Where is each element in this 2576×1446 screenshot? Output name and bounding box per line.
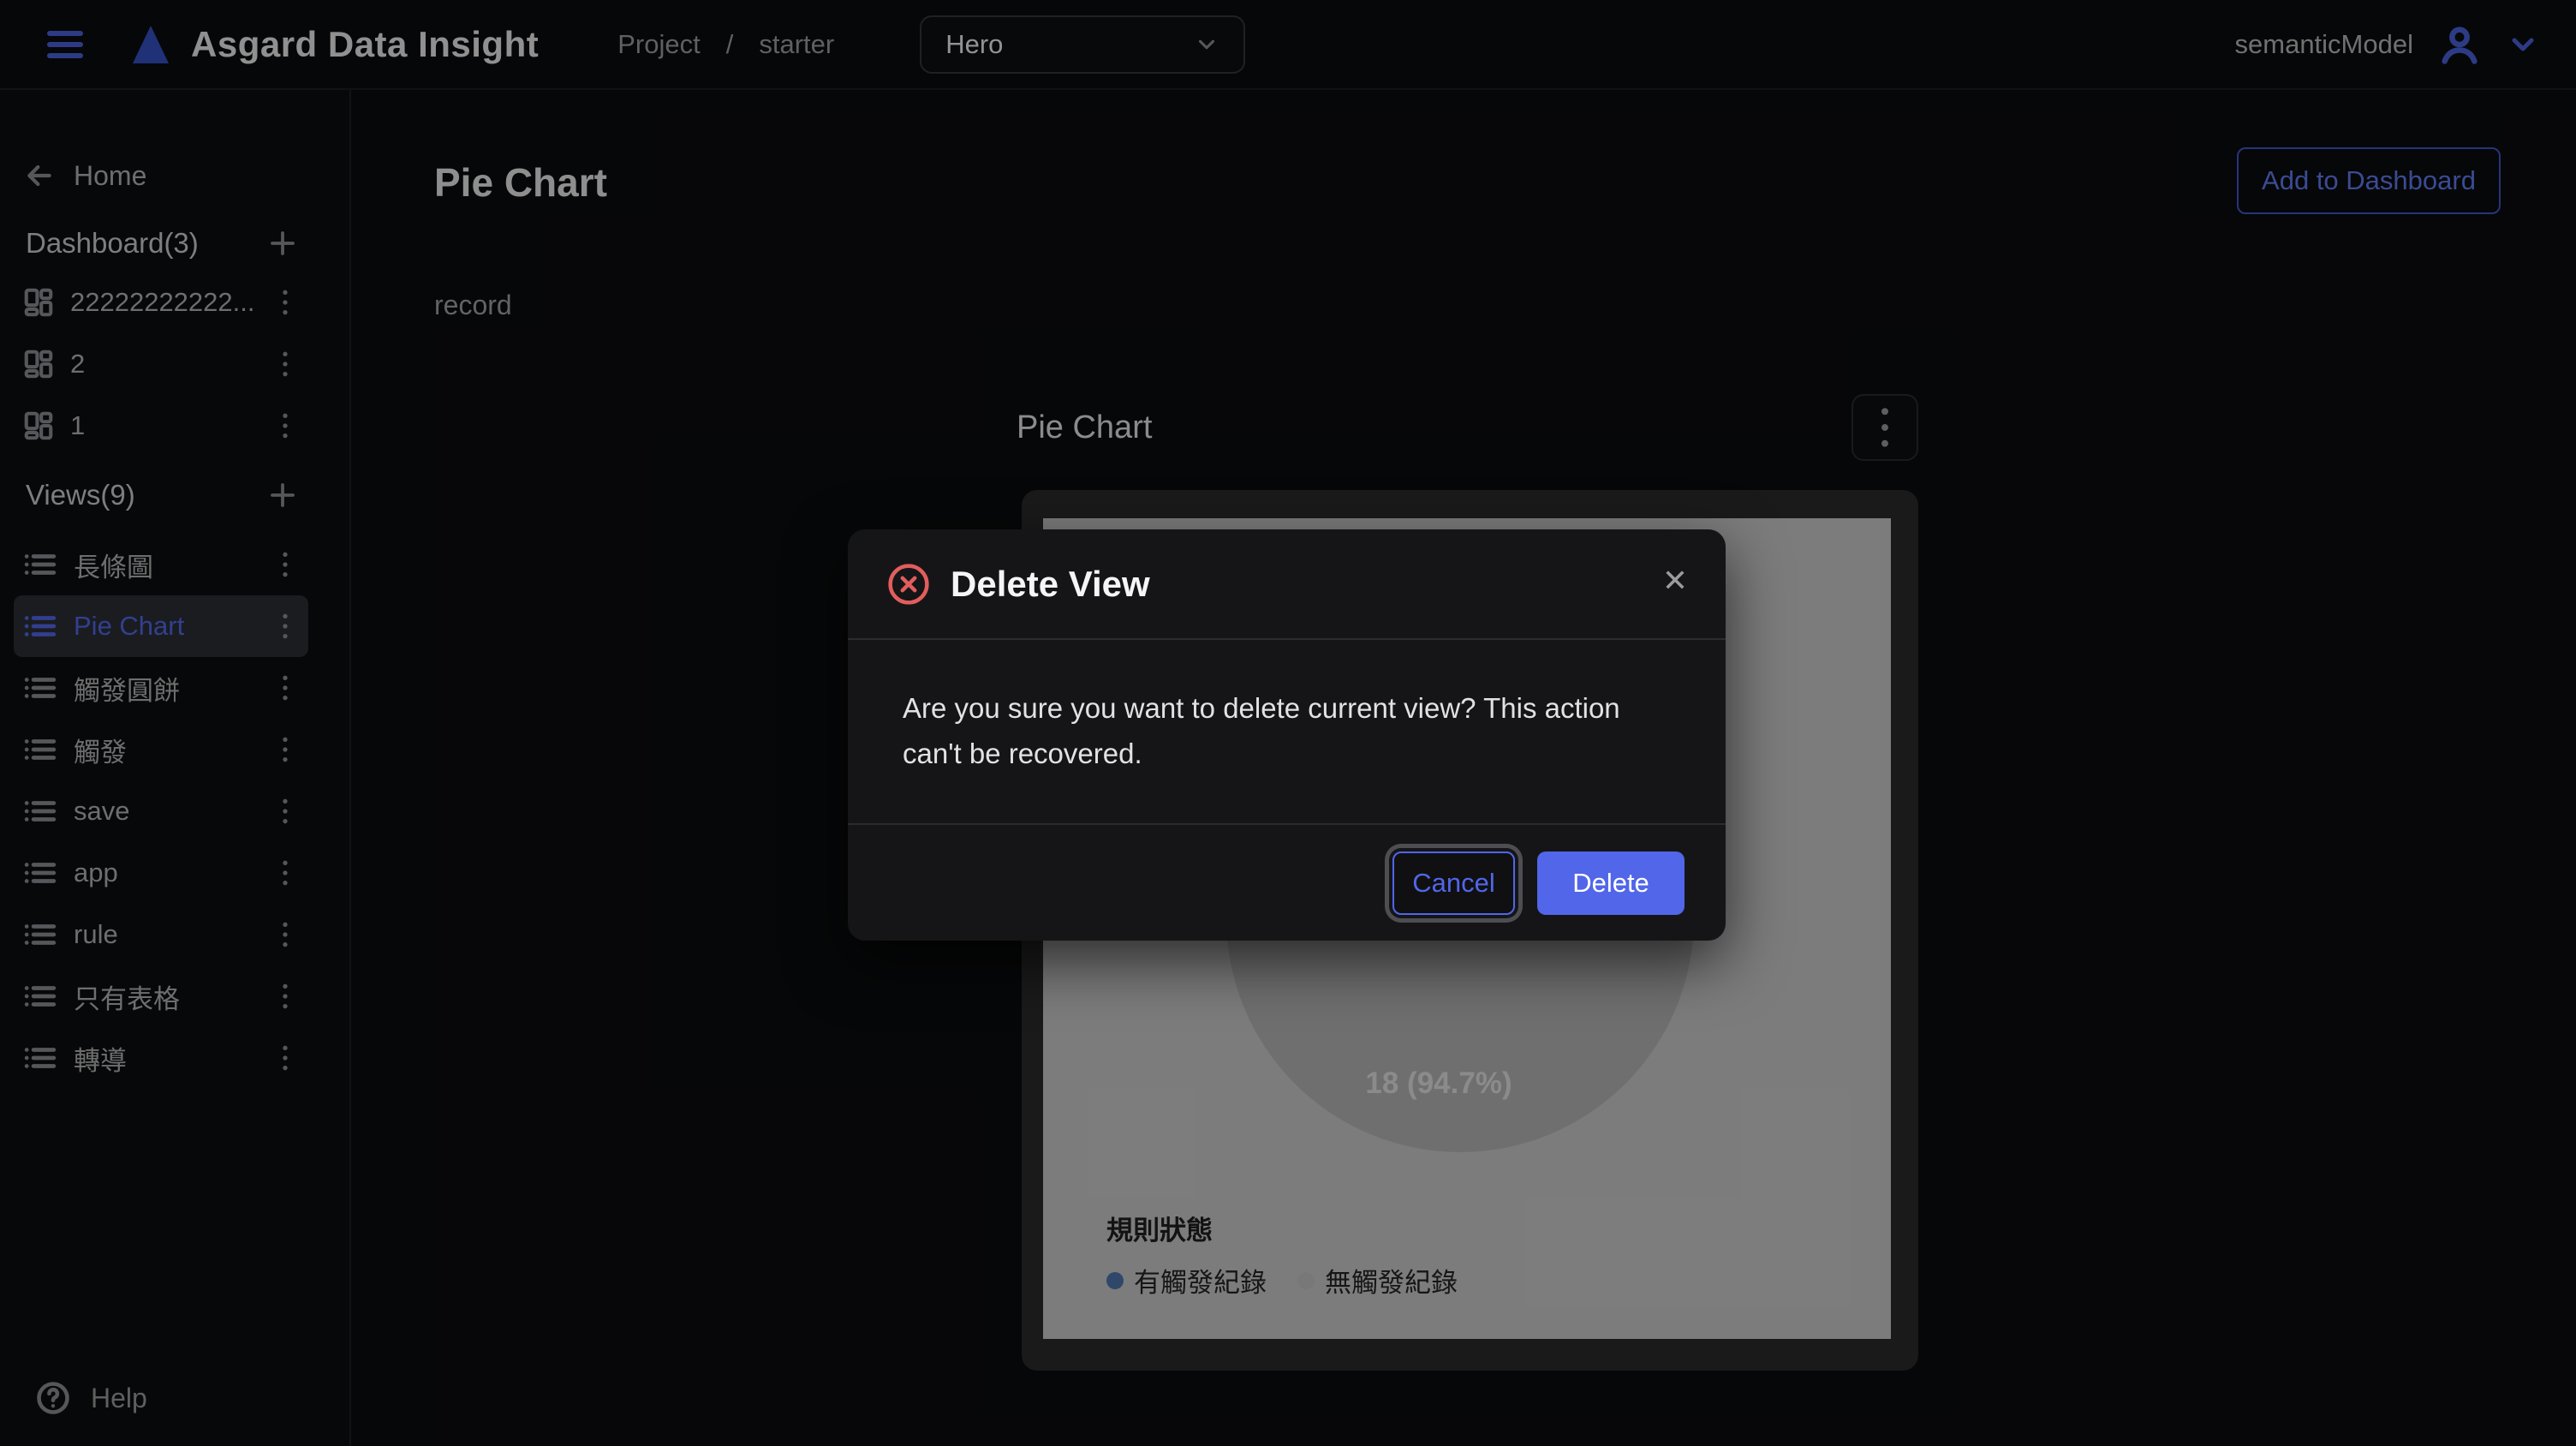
modal-title: Delete View <box>951 564 1150 605</box>
modal-header: Delete View ✕ <box>848 529 1726 638</box>
modal-footer: Cancel Delete <box>848 825 1726 941</box>
delete-view-modal: Delete View ✕ Are you sure you want to d… <box>848 529 1726 941</box>
error-circle-x-icon <box>886 561 932 607</box>
cancel-button[interactable]: Cancel <box>1392 851 1515 915</box>
modal-body: Are you sure you want to delete current … <box>848 638 1726 825</box>
modal-close-icon[interactable]: ✕ <box>1662 565 1688 596</box>
delete-button[interactable]: Delete <box>1537 851 1685 915</box>
modal-message: Are you sure you want to delete current … <box>903 686 1671 777</box>
